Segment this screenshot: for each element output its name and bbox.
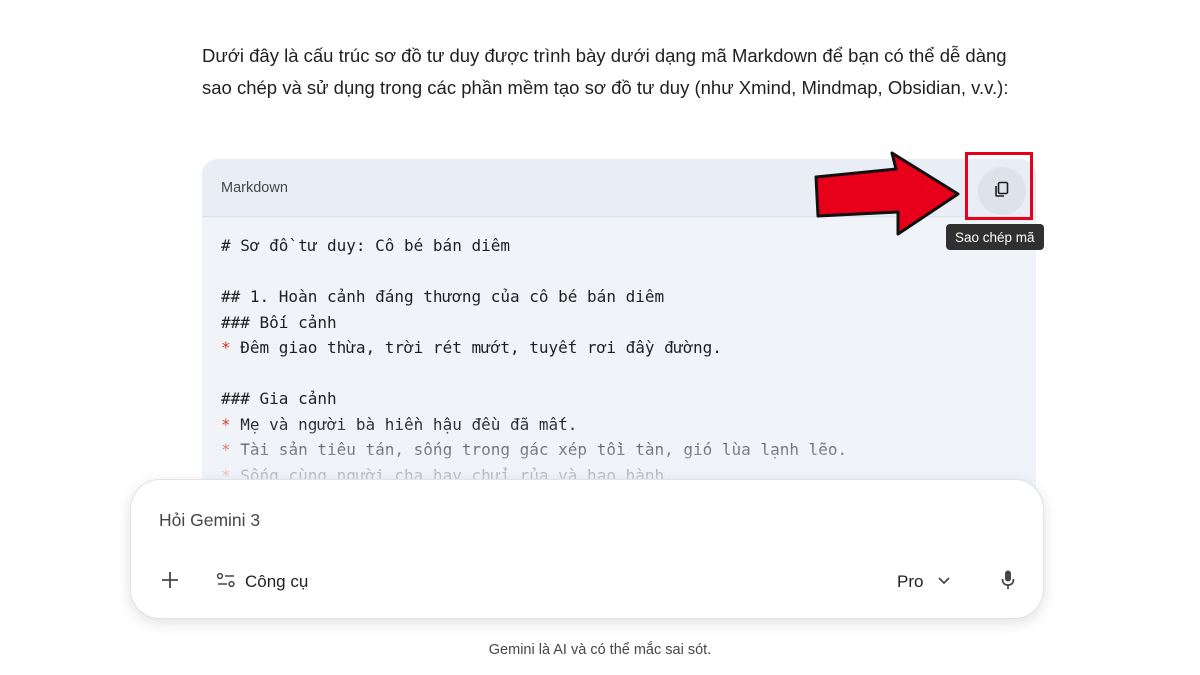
plus-icon <box>160 570 180 595</box>
code-line-text: ## 1. Hoàn cảnh đáng thương của cô bé bá… <box>221 287 665 306</box>
tools-label: Công cụ <box>245 572 309 591</box>
copy-tooltip: Sao chép mã <box>946 224 1044 250</box>
code-line-text: ### Gia cảnh <box>221 389 337 408</box>
response-intro-text: Dưới đây là cấu trúc sơ đồ tư duy được t… <box>202 45 1009 98</box>
chevron-down-icon <box>937 573 951 591</box>
red-arrow-annotation <box>814 151 960 236</box>
model-label: Pro <box>897 572 924 591</box>
code-language-label: Markdown <box>221 179 288 196</box>
code-line: ### Bối cảnh <box>221 310 1017 336</box>
microphone-icon <box>1000 569 1016 596</box>
prompt-composer: Hỏi Gemini 3 Công cụ Pro <box>130 479 1044 619</box>
microphone-button[interactable] <box>993 565 1023 599</box>
code-line: ### Gia cảnh <box>221 386 1017 412</box>
add-button[interactable] <box>155 567 185 597</box>
code-line: ## 1. Hoàn cảnh đáng thương của cô bé bá… <box>221 284 1017 310</box>
code-line: * Đêm giao thừa, trời rét mướt, tuyết rơ… <box>221 335 1017 361</box>
tools-button[interactable]: Công cụ <box>215 567 308 597</box>
prompt-input[interactable]: Hỏi Gemini 3 <box>159 510 260 531</box>
code-bullet-marker: * <box>221 338 231 357</box>
code-line-text: # Sơ đồ tư duy: Cô bé bán diêm <box>221 236 510 255</box>
tools-sliders-icon <box>215 571 237 594</box>
code-line-text: ### Bối cảnh <box>221 312 337 332</box>
copy-button-highlight <box>965 152 1033 220</box>
disclaimer-text: Gemini là AI và có thể mắc sai sót. <box>488 642 712 658</box>
model-selector[interactable]: Pro <box>897 567 951 597</box>
code-line-text: Đêm giao thừa, trời rét mướt, tuyết rơi … <box>230 338 722 357</box>
